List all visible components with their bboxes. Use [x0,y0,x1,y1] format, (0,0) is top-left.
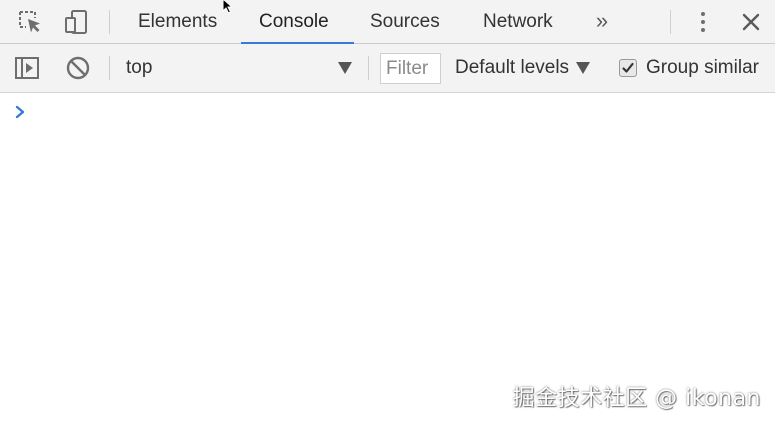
group-similar-checkbox[interactable] [619,59,637,77]
kebab-menu-icon[interactable] [690,8,716,36]
context-selector[interactable]: top [120,51,358,85]
close-icon[interactable] [738,8,764,36]
watermark: 掘金技术社区 @ ikonan [512,386,761,411]
more-tabs-button[interactable]: » [590,0,614,43]
log-levels-label: Default levels [455,57,570,78]
toolbar-divider [368,56,369,80]
console-output[interactable]: 掘金技术社区 @ ikonan [0,93,775,424]
dropdown-arrow-icon [338,62,352,74]
tab-sources[interactable]: Sources [370,0,440,43]
group-similar-toggle[interactable]: Group similar [619,51,759,85]
tab-elements[interactable]: Elements [138,0,217,43]
console-prompt[interactable] [0,101,775,127]
tabbar-divider [109,10,110,34]
device-toolbar-icon[interactable] [60,6,92,38]
devtools-tabbar: Elements Console Sources Network » [0,0,775,44]
show-sidebar-icon[interactable] [12,53,42,83]
tab-network[interactable]: Network [483,0,553,43]
checkmark-icon [622,62,634,73]
prompt-chevron-icon [14,105,26,124]
console-toolbar: top Default levels Group similar [0,44,775,93]
devtools-window: Elements Console Sources Network » top F… [0,0,775,424]
tabbar-divider [670,10,671,34]
inspect-element-icon[interactable] [14,6,46,38]
clear-console-icon[interactable] [63,53,93,83]
group-similar-label: Group similar [646,57,759,78]
dropdown-arrow-icon [576,62,591,74]
filter-input[interactable] [380,53,441,84]
toolbar-divider [109,56,110,80]
log-levels-dropdown[interactable]: Default levels [455,51,591,85]
context-selector-value: top [126,57,153,78]
mouse-cursor-icon [222,0,236,19]
tab-console[interactable]: Console [259,0,329,43]
